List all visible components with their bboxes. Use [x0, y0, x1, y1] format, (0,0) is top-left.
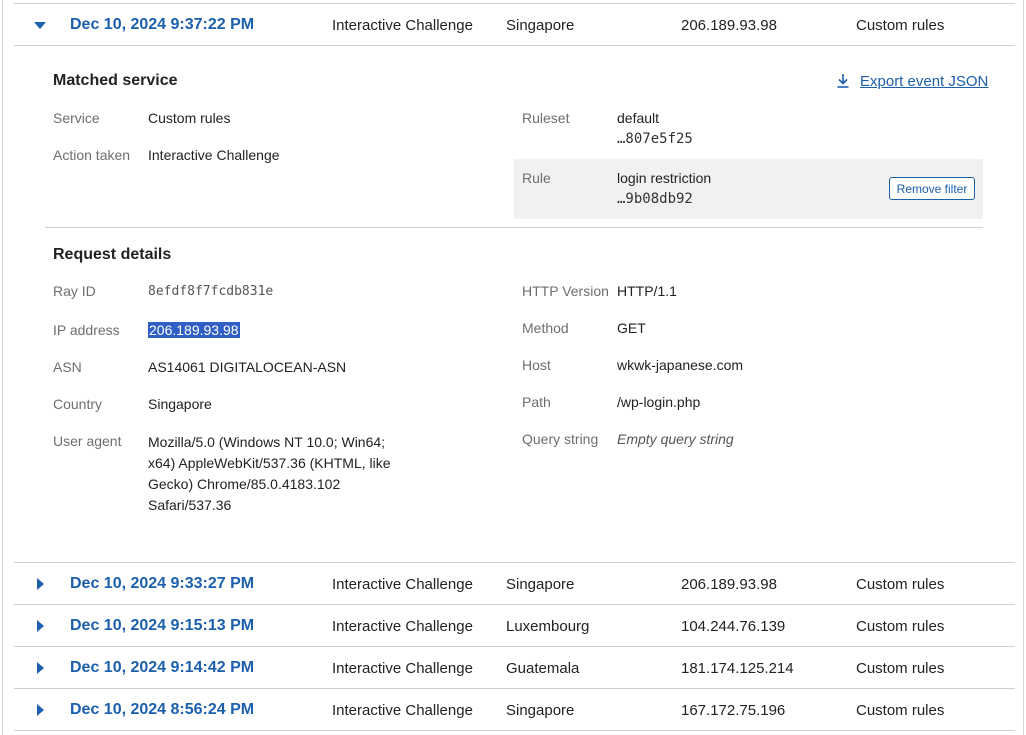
method-label: Method: [522, 320, 569, 336]
event-country: Luxembourg: [506, 618, 590, 635]
event-ip: 104.244.76.139: [681, 618, 786, 635]
user-agent-value: Mozilla/5.0 (Windows NT 10.0; Win64; x64…: [148, 432, 408, 516]
caret-right-icon[interactable]: [34, 620, 46, 632]
event-action: Interactive Challenge: [332, 17, 473, 34]
asn-label: ASN: [53, 359, 82, 375]
request-details-title: Request details: [53, 246, 172, 263]
event-row[interactable]: Dec 10, 2024 8:56:24 PM Interactive Chal…: [14, 689, 1015, 731]
event-date-link[interactable]: Dec 10, 2024 9:33:27 PM: [70, 575, 254, 593]
service-label: Service: [53, 110, 100, 126]
query-string-value: Empty query string: [617, 431, 734, 447]
event-service: Custom rules: [856, 576, 945, 593]
event-country: Singapore: [506, 576, 575, 593]
export-event-json-label[interactable]: Export event JSON: [860, 73, 988, 90]
event-date-link[interactable]: Dec 10, 2024 9:37:22 PM: [70, 16, 254, 34]
row-divider: [14, 730, 1015, 731]
ip-address-value[interactable]: 206.189.93.98: [148, 322, 240, 338]
host-label: Host: [522, 357, 551, 373]
event-country: Guatemala: [506, 660, 580, 677]
ray-id-value: 8efdf8f7fcdb831e: [148, 284, 274, 299]
row-divider: [14, 45, 1015, 46]
method-value: GET: [617, 320, 646, 336]
event-action: Interactive Challenge: [332, 702, 473, 719]
country-label: Country: [53, 396, 103, 412]
event-action: Interactive Challenge: [332, 576, 473, 593]
ray-id-label: Ray ID: [53, 283, 96, 299]
event-action: Interactive Challenge: [332, 618, 473, 635]
download-icon: [837, 74, 849, 88]
event-ip: 181.174.125.214: [681, 660, 794, 677]
country-value: Singapore: [148, 396, 212, 412]
host-value: wkwk-japanese.com: [617, 357, 744, 373]
event-date-link[interactable]: Dec 10, 2024 8:56:24 PM: [70, 701, 254, 719]
ruleset-label: Ruleset: [522, 110, 570, 126]
event-action: Interactive Challenge: [332, 660, 473, 677]
user-agent-line: Gecko) Chrome/85.0.4183.102: [148, 476, 341, 492]
event-ip: 206.189.93.98: [681, 576, 777, 593]
event-country: Singapore: [506, 17, 575, 34]
query-string-label: Query string: [522, 431, 599, 447]
action-taken-label: Action taken: [53, 147, 131, 163]
user-agent-line: Mozilla/5.0 (Windows NT 10.0; Win64;: [148, 434, 386, 450]
event-service: Custom rules: [856, 618, 945, 635]
ruleset-name: default: [617, 110, 660, 126]
user-agent-line: Safari/537.36: [148, 497, 232, 513]
service-value: Custom rules: [148, 110, 231, 126]
caret-right-icon[interactable]: [34, 704, 46, 716]
caret-right-icon[interactable]: [34, 578, 46, 590]
ip-address-label: IP address: [53, 322, 120, 338]
event-row[interactable]: Dec 10, 2024 9:14:42 PM Interactive Chal…: [14, 647, 1015, 689]
path-value: /wp-login.php: [617, 394, 701, 410]
remove-filter-button[interactable]: Remove filter: [889, 177, 975, 200]
section-divider: [45, 227, 983, 228]
http-version-label: HTTP Version: [522, 283, 609, 299]
event-service: Custom rules: [856, 660, 945, 677]
event-date-link[interactable]: Dec 10, 2024 9:15:13 PM: [70, 617, 254, 635]
caret-down-icon[interactable]: [34, 19, 46, 31]
user-agent-line: x64) AppleWebKit/537.36 (KHTML, like: [148, 455, 391, 471]
ruleset-id: …807e5f25: [617, 131, 693, 147]
event-row[interactable]: Dec 10, 2024 9:15:13 PM Interactive Chal…: [14, 605, 1015, 647]
rule-id: …9b08db92: [617, 191, 693, 207]
user-agent-label: User agent: [53, 433, 122, 449]
http-version-value: HTTP/1.1: [617, 283, 677, 299]
action-taken-value: Interactive Challenge: [148, 147, 280, 163]
path-label: Path: [522, 394, 551, 410]
event-row[interactable]: Dec 10, 2024 9:33:27 PM Interactive Chal…: [14, 563, 1015, 605]
event-date-link[interactable]: Dec 10, 2024 9:14:42 PM: [70, 659, 254, 677]
rule-name: login restriction: [617, 170, 712, 186]
matched-service-title: Matched service: [53, 72, 178, 89]
event-row-expanded[interactable]: Dec 10, 2024 9:37:22 PM Interactive Chal…: [14, 4, 1015, 46]
event-service: Custom rules: [856, 702, 945, 719]
caret-right-icon[interactable]: [34, 662, 46, 674]
event-ip: 167.172.75.196: [681, 702, 786, 719]
selected-ip-text[interactable]: 206.189.93.98: [148, 322, 240, 338]
asn-value: AS14061 DIGITALOCEAN-ASN: [148, 359, 347, 375]
event-ip: 206.189.93.98: [681, 17, 777, 34]
event-service: Custom rules: [856, 17, 945, 34]
rule-label: Rule: [522, 170, 551, 186]
event-country: Singapore: [506, 702, 575, 719]
